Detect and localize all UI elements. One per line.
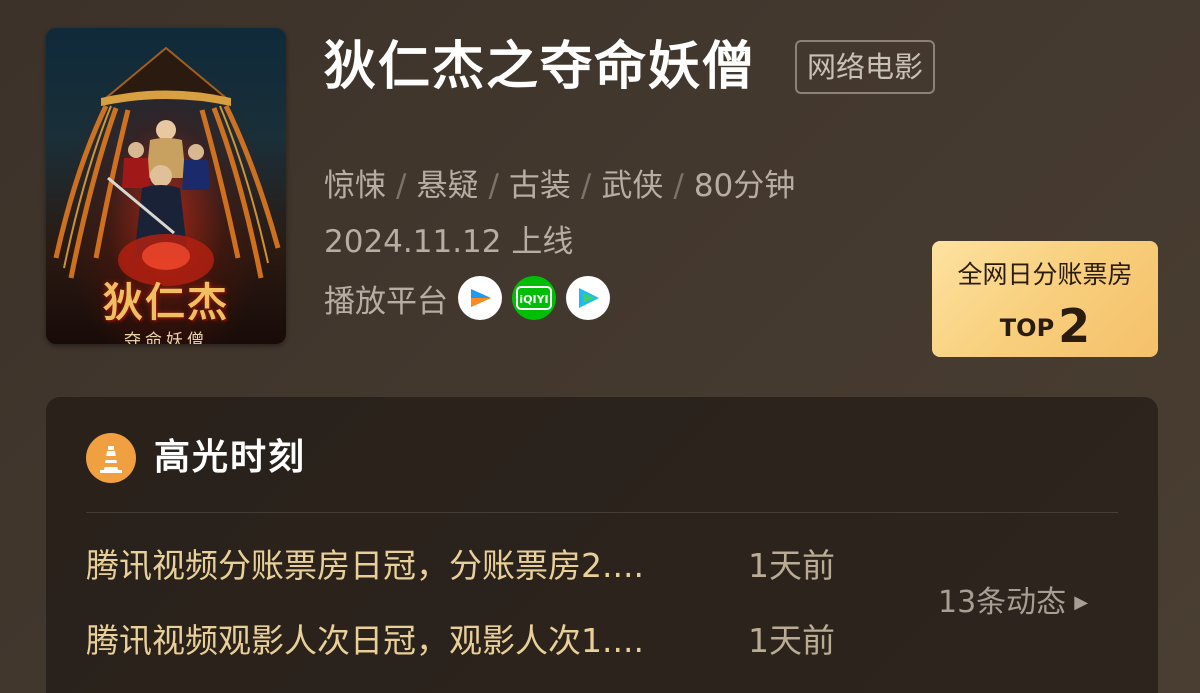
genre-tag: 惊悚 [324,168,386,204]
highlight-time: 1天前 [748,546,835,585]
highlight-text: 腾讯视频分账票房日冠，分账票房2.... [86,546,644,585]
highlight-text: 腾讯视频观影人次日冠，观影人次1.... [86,621,644,660]
genre-tag: 古装 [508,168,571,204]
separator: / [673,168,684,204]
separator: / [580,168,592,204]
tencent-video-icon[interactable] [566,276,610,320]
svg-text:iQIYI: iQIYI [519,293,548,306]
highlight-item[interactable]: 腾讯视频观影人次日冠，观影人次1.... 1天前 [86,619,835,663]
iqiyi-icon[interactable]: iQIYI [512,276,556,320]
triangle-right-icon: ▶ [1074,592,1089,613]
highlight-item[interactable]: 腾讯视频分账票房日冠，分账票房2.... 1天前 [86,544,835,588]
platform-label: 播放平台 [324,283,448,320]
genre-tag: 悬疑 [416,168,479,204]
more-updates-link[interactable]: 13条动态 ▶ [938,583,1088,623]
poster-title-text: 狄仁杰 [103,279,229,326]
poster-subtitle-text: 夺命妖僧 [124,331,208,344]
movie-poster[interactable]: 狄仁杰 夺命妖僧 [46,28,286,344]
rank-label: 全网日分账票房 [957,260,1133,289]
movie-meta: 惊悚 / 悬疑 / 古装 / 武侠/80分钟 [324,164,795,208]
youku-icon[interactable] [458,276,502,320]
rank-top-value: 2 [1058,299,1091,353]
lighthouse-icon [86,433,136,483]
more-updates-label: 13条动态 [938,585,1067,620]
movie-type-tag: 网络电影 [795,40,936,94]
duration: 80分钟 [693,168,796,204]
rank-top-label: TOP [999,314,1055,342]
rank-top: TOP2 [932,299,1158,353]
box-office-rank-badge[interactable]: 全网日分账票房 TOP2 [932,241,1158,357]
divider [86,512,1118,513]
platform-row: 播放平台 iQIYI [324,276,610,320]
movie-title: 狄仁杰之夺命妖僧 [324,37,757,97]
release-date: 2024.11.12 上线 [324,224,574,260]
separator: / [488,168,499,204]
genre-tag: 武侠 [601,168,664,204]
highlights-panel: 高光时刻 腾讯视频分账票房日冠，分账票房2.... 1天前 腾讯视频观影人次日冠… [46,397,1158,693]
separator: / [396,168,407,204]
highlight-time: 1天前 [748,621,835,660]
highlights-title: 高光时刻 [154,437,307,478]
